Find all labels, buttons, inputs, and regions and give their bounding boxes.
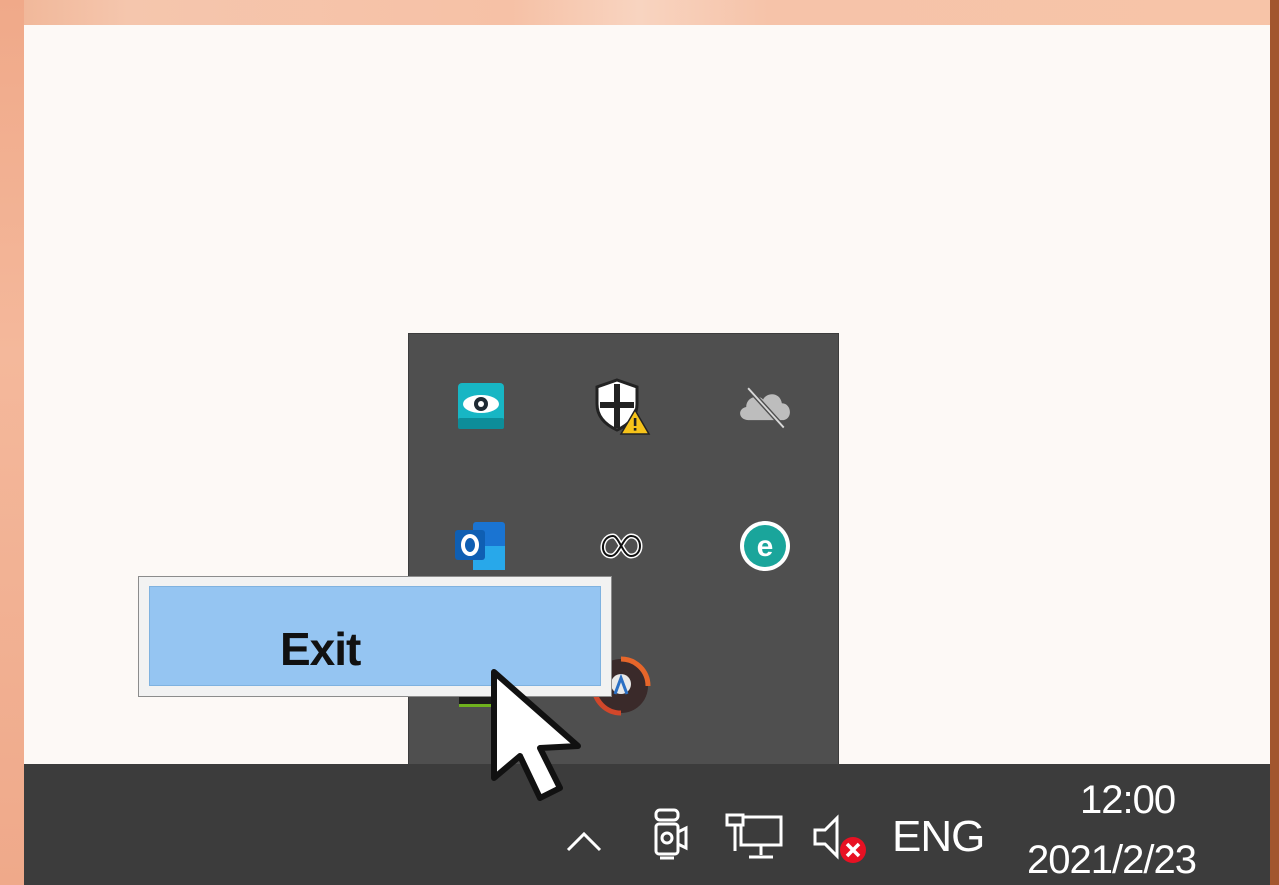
volume-muted-icon[interactable] — [806, 808, 876, 868]
wallpaper-left-edge — [0, 0, 24, 885]
svg-text:e: e — [757, 530, 774, 563]
exit-menu-label: Exit — [280, 623, 361, 675]
wallpaper-right-edge — [1270, 0, 1279, 885]
clock-time[interactable]: 12:00 — [1080, 778, 1176, 823]
outlook-icon[interactable] — [451, 516, 511, 576]
camera-tray-icon[interactable] — [642, 802, 698, 874]
eset-icon[interactable]: e — [735, 516, 795, 576]
tray-overflow-flyout: e — [409, 334, 838, 764]
onedrive-offline-icon[interactable] — [735, 376, 795, 436]
network-icon[interactable] — [720, 808, 790, 868]
security-shield-warning-icon[interactable] — [591, 376, 651, 436]
mouse-pointer-icon — [486, 666, 596, 811]
clock-date[interactable]: 2021/2/23 — [1027, 838, 1197, 883]
eye-app-icon[interactable] — [451, 376, 511, 436]
show-hidden-icons-chevron-up-icon[interactable] — [558, 814, 610, 866]
creative-cloud-icon[interactable] — [591, 516, 651, 576]
taskbar: ENG 12:00 2021/2/23 — [24, 764, 1270, 885]
input-language-indicator[interactable]: ENG — [892, 812, 985, 862]
